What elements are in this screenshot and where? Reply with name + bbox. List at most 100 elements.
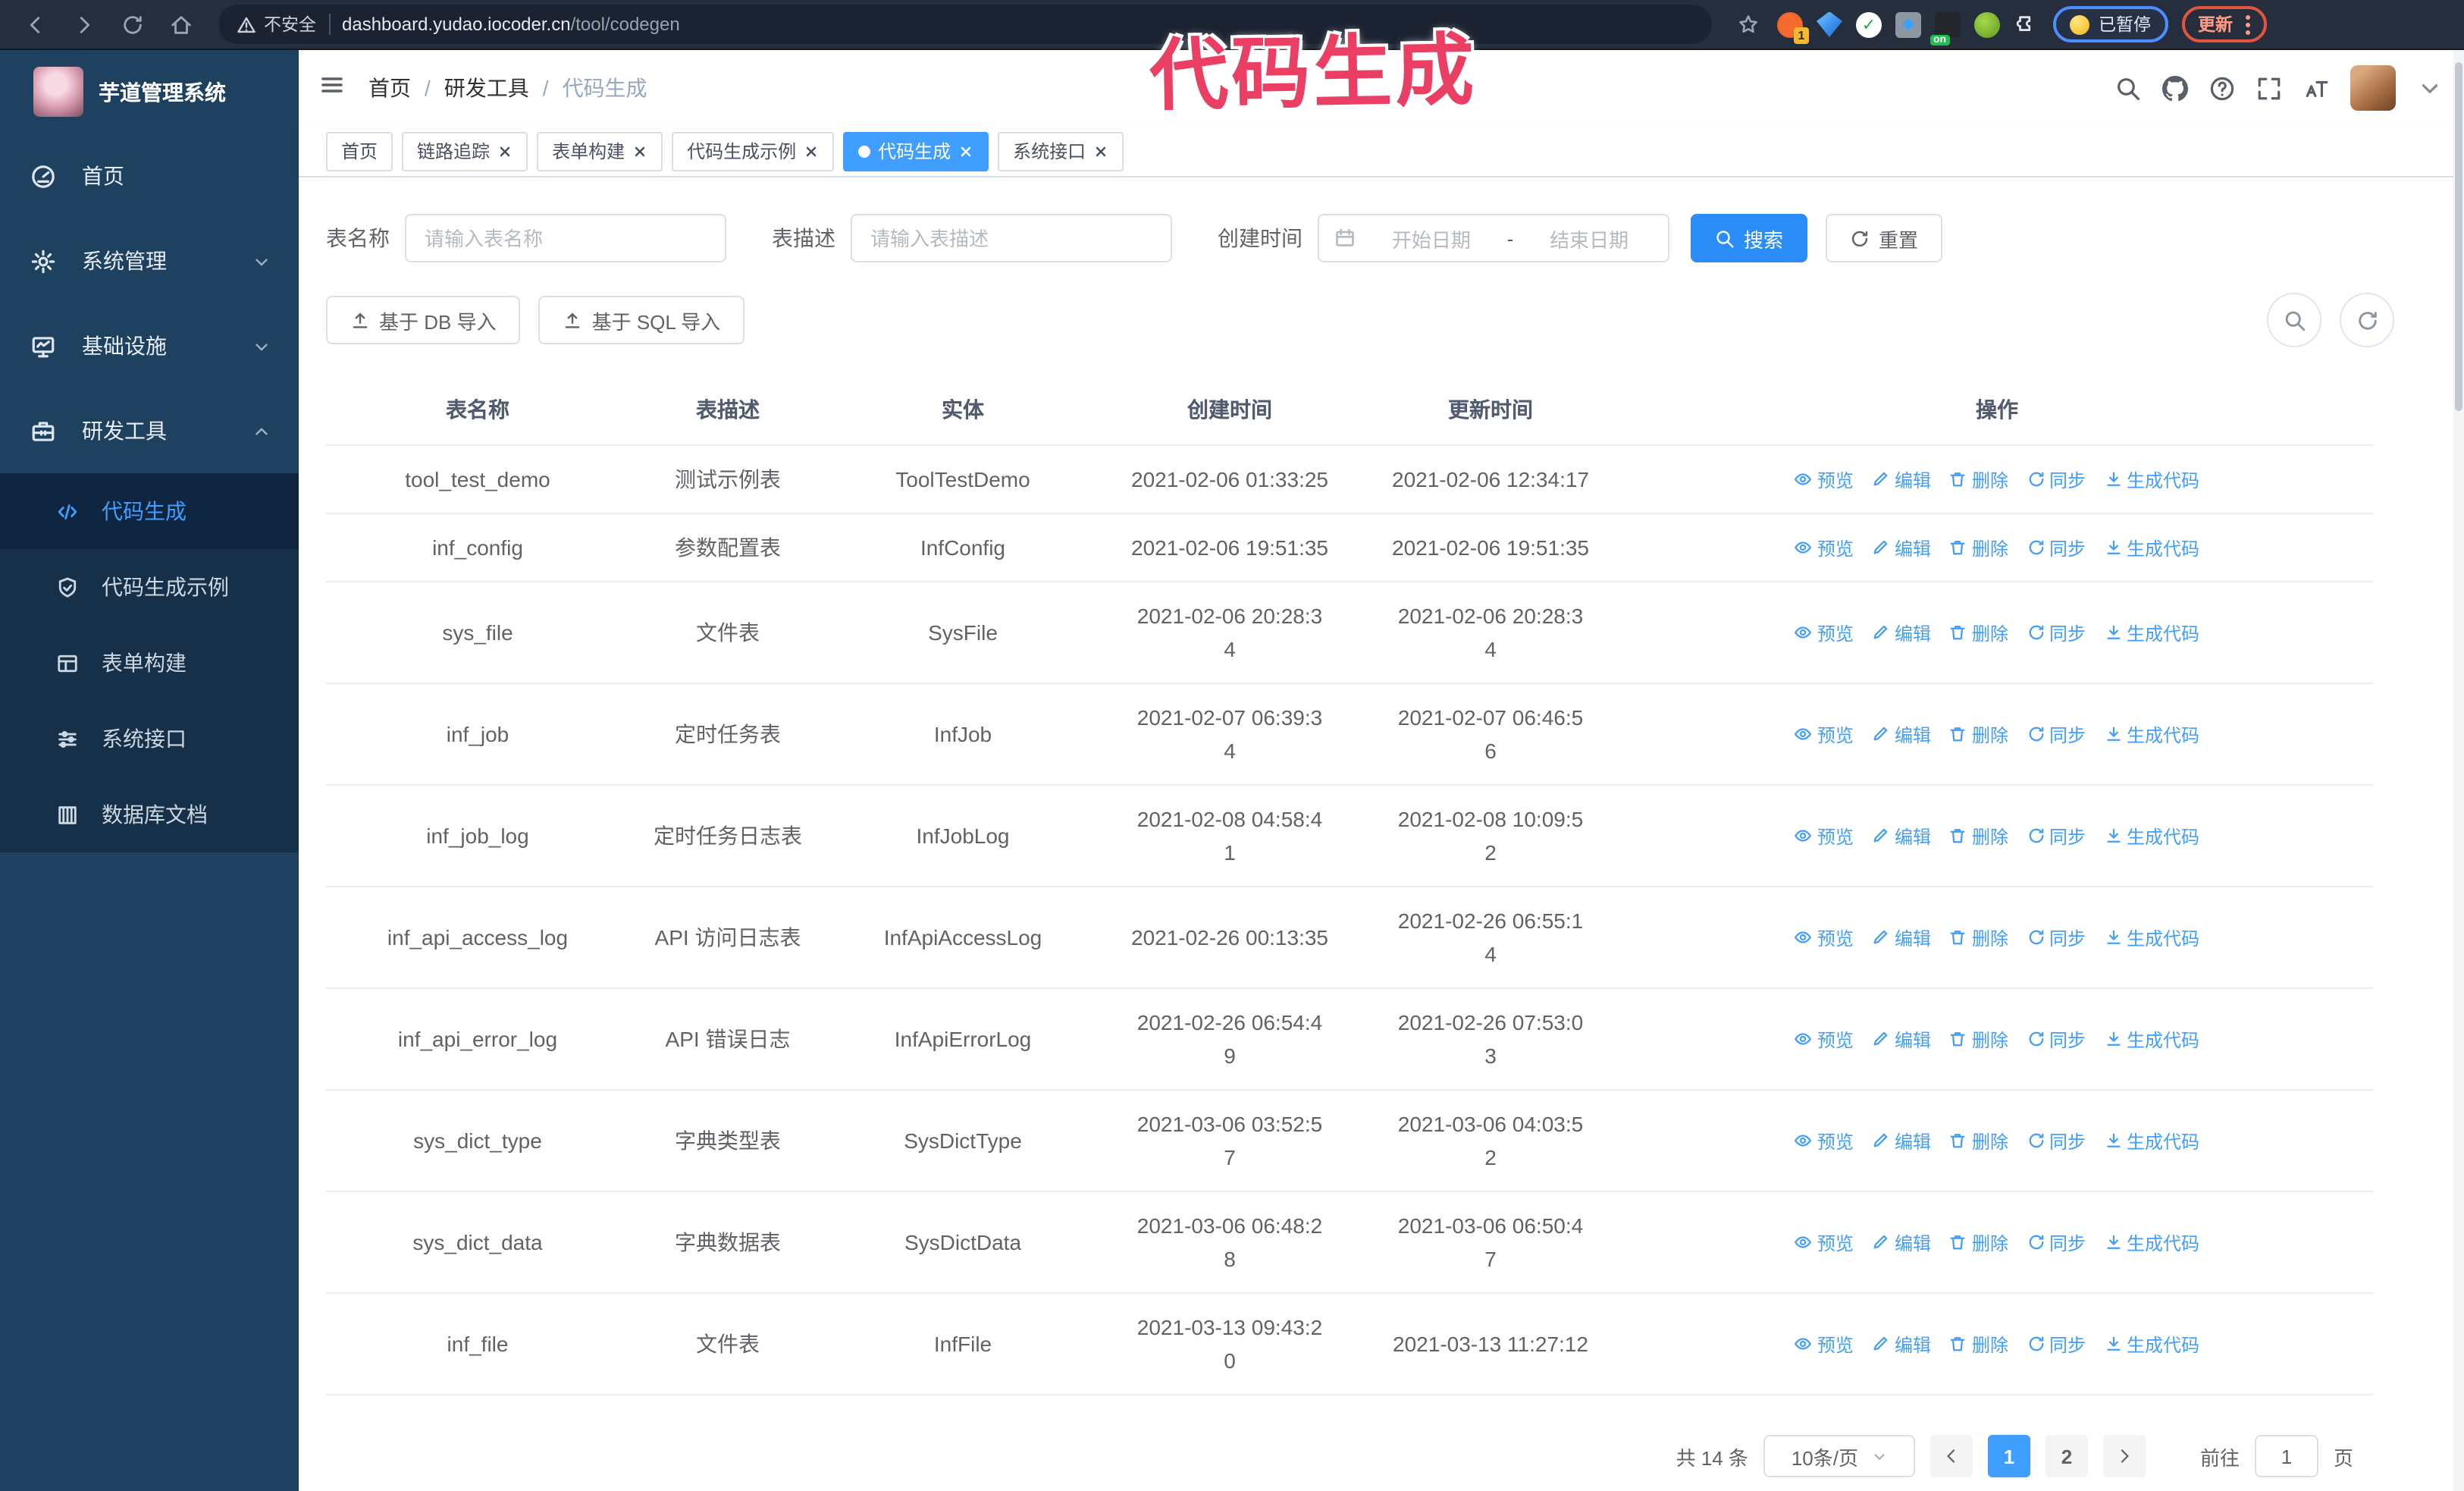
action-generate-code-link[interactable]: 生成代码 — [2104, 1128, 2199, 1154]
action-sync-link[interactable]: 同步 — [2027, 466, 2086, 492]
sidebar-subitem-shield[interactable]: 代码生成示例 — [0, 549, 299, 625]
search-button[interactable]: 搜索 — [1691, 214, 1808, 262]
action-edit-link[interactable]: 编辑 — [1872, 721, 1931, 747]
action-delete-link[interactable]: 删除 — [1949, 620, 2008, 645]
action-preview-link[interactable]: 预览 — [1795, 620, 1854, 645]
action-generate-code-link[interactable]: 生成代码 — [2104, 466, 2199, 492]
hamburger-icon[interactable] — [320, 72, 344, 104]
header-search-icon[interactable] — [2115, 75, 2141, 101]
tab-close-icon[interactable] — [632, 143, 647, 159]
action-delete-link[interactable]: 删除 — [1949, 823, 2008, 849]
sidebar-item-toolbox[interactable]: 研发工具 — [0, 388, 299, 473]
sidebar-item-gear[interactable]: 系统管理 — [0, 218, 299, 303]
extension-icon[interactable]: on — [1930, 11, 1961, 45]
import-db-button[interactable]: 基于 DB 导入 — [326, 296, 521, 344]
github-icon[interactable] — [2162, 75, 2188, 101]
action-sync-link[interactable]: 同步 — [2027, 1229, 2086, 1255]
action-delete-link[interactable]: 删除 — [1949, 721, 2008, 747]
action-delete-link[interactable]: 删除 — [1949, 1128, 2008, 1154]
action-generate-code-link[interactable]: 生成代码 — [2104, 823, 2199, 849]
action-edit-link[interactable]: 编辑 — [1872, 620, 1931, 645]
chrome-menu-icon[interactable] — [2245, 14, 2249, 34]
tab-close-icon[interactable] — [804, 143, 819, 159]
sidebar-item-dashboard[interactable]: 首页 — [0, 133, 299, 218]
action-generate-code-link[interactable]: 生成代码 — [2104, 620, 2199, 645]
extension-icon[interactable] — [1895, 11, 1921, 37]
table-name-input[interactable] — [405, 214, 726, 262]
reload-button[interactable] — [112, 5, 152, 44]
app-logo[interactable]: 芋道管理系统 — [0, 50, 299, 133]
action-preview-link[interactable]: 预览 — [1795, 1229, 1854, 1255]
action-sync-link[interactable]: 同步 — [2027, 823, 2086, 849]
sidebar-item-monitor[interactable]: 基础设施 — [0, 303, 299, 388]
action-preview-link[interactable]: 预览 — [1795, 1026, 1854, 1052]
address-bar[interactable]: 不安全 dashboard.yudao.iocoder.cn/tool/code… — [218, 5, 1712, 44]
home-button[interactable] — [161, 5, 200, 44]
profile-paused-badge[interactable]: 已暂停 — [2053, 6, 2168, 42]
avatar-caret-icon[interactable] — [2417, 75, 2443, 101]
scrollbar-thumb[interactable] — [2455, 62, 2462, 411]
toggle-search-button[interactable] — [2267, 293, 2321, 347]
tab-链路追踪[interactable]: 链路追踪 — [402, 131, 528, 171]
action-delete-link[interactable]: 删除 — [1949, 466, 2008, 492]
tab-close-icon[interactable] — [497, 143, 513, 159]
sidebar-subitem-form[interactable]: 表单构建 — [0, 625, 299, 701]
action-generate-code-link[interactable]: 生成代码 — [2104, 535, 2199, 560]
scrollbar-track[interactable] — [2453, 50, 2464, 1491]
tab-首页[interactable]: 首页 — [326, 131, 393, 171]
tab-代码生成[interactable]: 代码生成 — [843, 131, 989, 171]
table-desc-input[interactable] — [851, 214, 1172, 262]
prev-page-button[interactable] — [1930, 1435, 1973, 1477]
forward-button[interactable] — [64, 5, 103, 44]
extension-icon[interactable] — [1817, 11, 1842, 37]
action-edit-link[interactable]: 编辑 — [1872, 535, 1931, 560]
action-delete-link[interactable]: 删除 — [1949, 1026, 2008, 1052]
extension-icon[interactable]: 1 — [1777, 11, 1809, 43]
action-edit-link[interactable]: 编辑 — [1872, 466, 1931, 492]
tab-表单构建[interactable]: 表单构建 — [537, 131, 663, 171]
refresh-table-button[interactable] — [2340, 293, 2394, 347]
action-preview-link[interactable]: 预览 — [1795, 721, 1854, 747]
tab-close-icon[interactable] — [958, 143, 973, 159]
page-button-2[interactable]: 2 — [2045, 1435, 2088, 1477]
action-generate-code-link[interactable]: 生成代码 — [2104, 1229, 2199, 1255]
action-delete-link[interactable]: 删除 — [1949, 1229, 2008, 1255]
goto-page-input[interactable] — [2254, 1435, 2318, 1477]
action-preview-link[interactable]: 预览 — [1795, 1331, 1854, 1357]
action-sync-link[interactable]: 同步 — [2027, 1026, 2086, 1052]
date-range-picker[interactable]: 开始日期 - 结束日期 — [1318, 214, 1669, 262]
action-edit-link[interactable]: 编辑 — [1872, 1229, 1931, 1255]
action-delete-link[interactable]: 删除 — [1949, 1331, 2008, 1357]
extension-icon[interactable]: ✓ — [1856, 11, 1882, 37]
action-delete-link[interactable]: 删除 — [1949, 924, 2008, 950]
security-warning[interactable]: 不安全 — [237, 12, 316, 36]
action-preview-link[interactable]: 预览 — [1795, 1128, 1854, 1154]
action-preview-link[interactable]: 预览 — [1795, 823, 1854, 849]
action-sync-link[interactable]: 同步 — [2027, 620, 2086, 645]
action-generate-code-link[interactable]: 生成代码 — [2104, 1331, 2199, 1357]
chrome-update-button[interactable]: 更新 — [2181, 6, 2266, 42]
action-edit-link[interactable]: 编辑 — [1872, 1331, 1931, 1357]
reset-button[interactable]: 重置 — [1826, 214, 1943, 262]
fullscreen-icon[interactable] — [2256, 75, 2282, 101]
action-generate-code-link[interactable]: 生成代码 — [2104, 924, 2199, 950]
extension-icon[interactable] — [1974, 11, 2000, 37]
action-generate-code-link[interactable]: 生成代码 — [2104, 1026, 2199, 1052]
action-preview-link[interactable]: 预览 — [1795, 924, 1854, 950]
action-edit-link[interactable]: 编辑 — [1872, 823, 1931, 849]
user-avatar[interactable] — [2350, 65, 2396, 111]
action-edit-link[interactable]: 编辑 — [1872, 1026, 1931, 1052]
back-button[interactable] — [15, 5, 55, 44]
breadcrumb-home[interactable]: 首页 — [368, 73, 411, 103]
action-edit-link[interactable]: 编辑 — [1872, 924, 1931, 950]
import-sql-button[interactable]: 基于 SQL 导入 — [538, 296, 745, 344]
action-sync-link[interactable]: 同步 — [2027, 924, 2086, 950]
action-edit-link[interactable]: 编辑 — [1872, 1128, 1931, 1154]
sidebar-subitem-code[interactable]: 代码生成 — [0, 473, 299, 549]
action-delete-link[interactable]: 删除 — [1949, 535, 2008, 560]
action-sync-link[interactable]: 同步 — [2027, 1331, 2086, 1357]
bookmark-star-icon[interactable] — [1733, 5, 1763, 44]
action-preview-link[interactable]: 预览 — [1795, 535, 1854, 560]
action-sync-link[interactable]: 同步 — [2027, 535, 2086, 560]
sidebar-subitem-database[interactable]: 数据库文档 — [0, 777, 299, 852]
